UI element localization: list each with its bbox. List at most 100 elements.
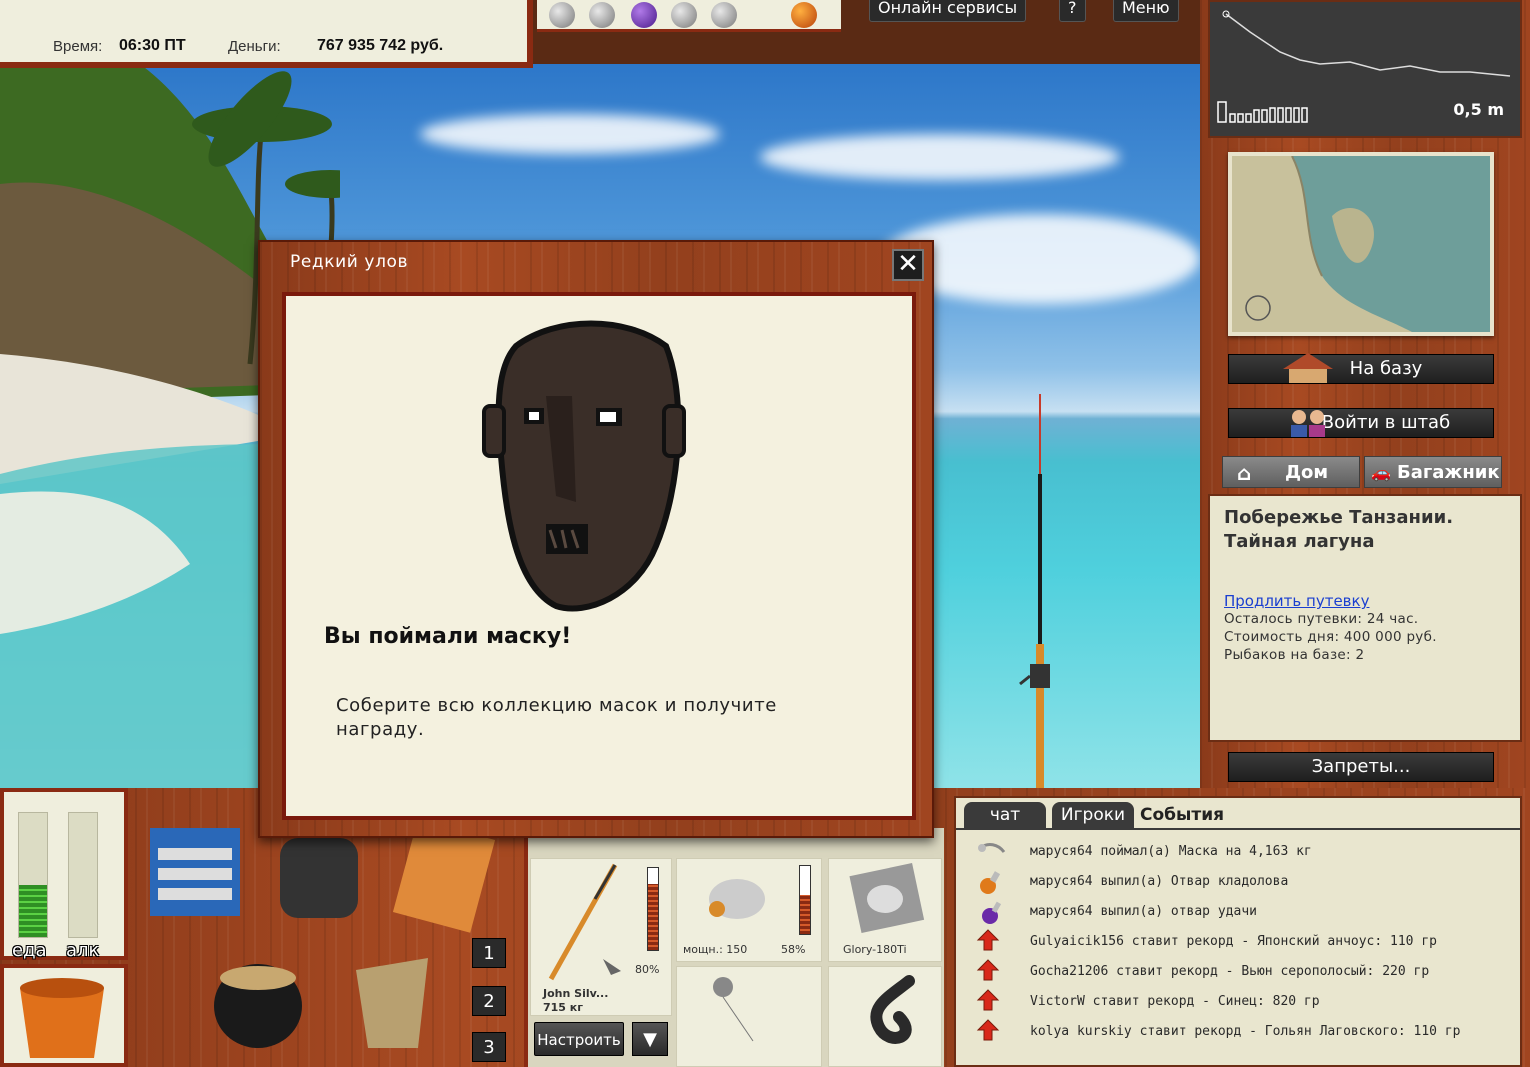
catch-message: Вы поймали маску! bbox=[324, 624, 572, 649]
location-info: Побережье Танзании. Тайная лагуна Продли… bbox=[1208, 494, 1522, 742]
line-name: Glory-180Ti bbox=[843, 943, 907, 956]
record-arrow-icon bbox=[974, 1018, 1008, 1046]
car-icon: 🚗 bbox=[1371, 463, 1391, 482]
quick-slot-2[interactable]: 2 bbox=[472, 986, 506, 1016]
rod-wear-bar bbox=[647, 867, 659, 951]
event-text: VictorW ставит рекорд - Синец: 820 гр bbox=[1030, 994, 1320, 1009]
food-meter bbox=[18, 812, 48, 938]
bait-slot-icon[interactable] bbox=[711, 2, 737, 28]
dialog-body: Вы поймали маску! Соберите всю коллекцию… bbox=[282, 292, 916, 820]
tab-chat[interactable]: чат bbox=[964, 802, 1046, 828]
event-row: VictorW ставит рекорд - Синец: 820 гр bbox=[964, 988, 1520, 1018]
fishing-rod bbox=[1019, 394, 1050, 788]
event-text: Gocha21206 ставит рекорд - Вьюн серополо… bbox=[1030, 964, 1430, 979]
cloud bbox=[760, 134, 1120, 180]
potion-orange-icon[interactable] bbox=[791, 2, 817, 28]
help-button[interactable]: ? bbox=[1059, 0, 1086, 22]
rod-icon bbox=[548, 863, 621, 981]
event-text: Gulyaicik156 ставит рекорд - Японский ан… bbox=[1030, 934, 1437, 949]
tackle-box-icon bbox=[150, 828, 240, 916]
depth-sonar: 0,5 m bbox=[1208, 0, 1522, 138]
cloud bbox=[420, 114, 720, 154]
status-panel: Время: 06:30 ПТ Деньги: 767 935 742 руб. bbox=[0, 0, 533, 68]
setup-dropdown-button[interactable]: ▼ bbox=[632, 1022, 668, 1056]
tackle-panel: 80% John Silv... 715 кг мощн.: 150 58% G… bbox=[524, 828, 944, 1067]
to-base-label: На базу bbox=[1349, 358, 1423, 379]
to-base-button[interactable]: На базу bbox=[1228, 353, 1494, 384]
money-label: Деньги: bbox=[228, 38, 281, 55]
bait-slot-icon[interactable] bbox=[589, 2, 615, 28]
event-text: маруся64 выпил(а) отвар удачи bbox=[1030, 904, 1257, 919]
close-button[interactable]: ✕ bbox=[892, 249, 924, 281]
fish-bucket[interactable] bbox=[0, 964, 128, 1067]
tab-trunk-label: Багажник bbox=[1397, 462, 1500, 483]
rod-slot[interactable]: 80% John Silv... 715 кг bbox=[530, 858, 672, 1016]
day-cost: Стоимость дня: 400 000 руб. bbox=[1224, 629, 1437, 645]
event-row: маруся64 выпил(а) Отвар кладолова bbox=[964, 868, 1520, 898]
event-row: Gocha21206 ставит рекорд - Вьюн серополо… bbox=[964, 958, 1520, 988]
map-image bbox=[1232, 155, 1490, 332]
line-slot[interactable]: Glory-180Ti bbox=[828, 858, 942, 962]
rod-weight: 715 кг bbox=[543, 1001, 584, 1014]
food-label: еда bbox=[12, 940, 47, 961]
reel-wear-bar bbox=[799, 865, 811, 935]
reel-icon bbox=[709, 879, 765, 919]
bait-slot-icon[interactable] bbox=[549, 2, 575, 28]
menu-button[interactable]: Меню bbox=[1113, 0, 1179, 22]
home-icon: ⌂ bbox=[1237, 461, 1252, 485]
bucket-icon bbox=[20, 978, 104, 1058]
bait-slot-icon[interactable] bbox=[671, 2, 697, 28]
potion-purple-icon[interactable] bbox=[631, 2, 657, 28]
record-arrow-icon bbox=[974, 928, 1008, 956]
food-meter-fill bbox=[19, 884, 47, 937]
quick-slot-1[interactable]: 1 bbox=[472, 938, 506, 968]
tab-home[interactable]: ⌂ Дом bbox=[1222, 456, 1360, 488]
catch-description: Соберите всю коллекцию масок и получите … bbox=[336, 695, 777, 740]
bait-slot[interactable] bbox=[828, 966, 942, 1067]
rod-wear-fill bbox=[648, 884, 658, 950]
right-sidebar: 0,5 m На базу Войти в штаб ⌂ Дом 🚗 Багаж… bbox=[1200, 0, 1530, 790]
float-slot[interactable] bbox=[676, 966, 822, 1067]
people-icon bbox=[1291, 410, 1325, 437]
enter-hq-button[interactable]: Войти в штаб bbox=[1228, 408, 1494, 438]
tab-trunk[interactable]: 🚗 Багажник bbox=[1364, 456, 1502, 488]
alcohol-meter bbox=[68, 812, 98, 938]
event-row: kolya kurskiy ставит рекорд - Гольян Лаг… bbox=[964, 1018, 1520, 1048]
bait-bar bbox=[537, 0, 841, 32]
setup-button[interactable]: Настроить bbox=[534, 1022, 624, 1056]
potion-purple-icon bbox=[974, 898, 1008, 926]
sinker-hook-icon bbox=[713, 977, 754, 1042]
online-services-button[interactable]: Онлайн сервисы bbox=[869, 0, 1027, 22]
event-text: kolya kurskiy ставит рекорд - Гольян Лаг… bbox=[1030, 1024, 1461, 1039]
chat-panel: чат Игроки События маруся64 поймал(а) Ма… bbox=[954, 796, 1522, 1067]
event-row: маруся64 выпил(а) отвар удачи bbox=[964, 898, 1520, 928]
cauldron-icon bbox=[214, 964, 302, 1048]
location-map[interactable] bbox=[1228, 152, 1494, 336]
top-menu: Онлайн сервисы ? Меню bbox=[841, 0, 1201, 36]
money-value: 767 935 742 руб. bbox=[317, 37, 444, 54]
location-title: Побережье Танзании. Тайная лагуна bbox=[1224, 507, 1454, 552]
tab-players[interactable]: Игроки bbox=[1052, 802, 1134, 828]
line-spool-icon bbox=[849, 863, 925, 934]
extend-permit-link[interactable]: Продлить путевку bbox=[1224, 592, 1506, 610]
fish-net-icon bbox=[356, 958, 428, 1048]
reel-slot[interactable]: мощн.: 150 58% bbox=[676, 858, 822, 962]
needs-meters: еда алк bbox=[0, 788, 128, 961]
depth-value: 0,5 m bbox=[1453, 100, 1504, 119]
worm-icon bbox=[870, 975, 915, 1044]
permit-remaining: Осталось путевки: 24 час. bbox=[1224, 611, 1419, 627]
fishers-count: Рыбаков на базе: 2 bbox=[1224, 647, 1365, 663]
event-text: маруся64 поймал(а) Маска на 4,163 кг bbox=[1030, 844, 1312, 859]
event-row: маруся64 поймал(а) Маска на 4,163 кг bbox=[964, 838, 1520, 868]
rod-name: John Silv... bbox=[543, 987, 609, 1000]
potion-orange-icon bbox=[974, 868, 1008, 896]
house-icon bbox=[1283, 353, 1333, 383]
bans-button[interactable]: Запреты... bbox=[1228, 752, 1494, 782]
quick-slot-3[interactable]: 3 bbox=[472, 1032, 506, 1062]
time-label: Время: bbox=[53, 38, 103, 55]
reel-percent: 58% bbox=[781, 943, 806, 956]
record-arrow-icon bbox=[974, 958, 1008, 986]
tab-home-label: Дом bbox=[1285, 462, 1329, 483]
reel-wear-fill bbox=[800, 894, 810, 934]
tab-events[interactable]: События bbox=[1140, 802, 1224, 828]
